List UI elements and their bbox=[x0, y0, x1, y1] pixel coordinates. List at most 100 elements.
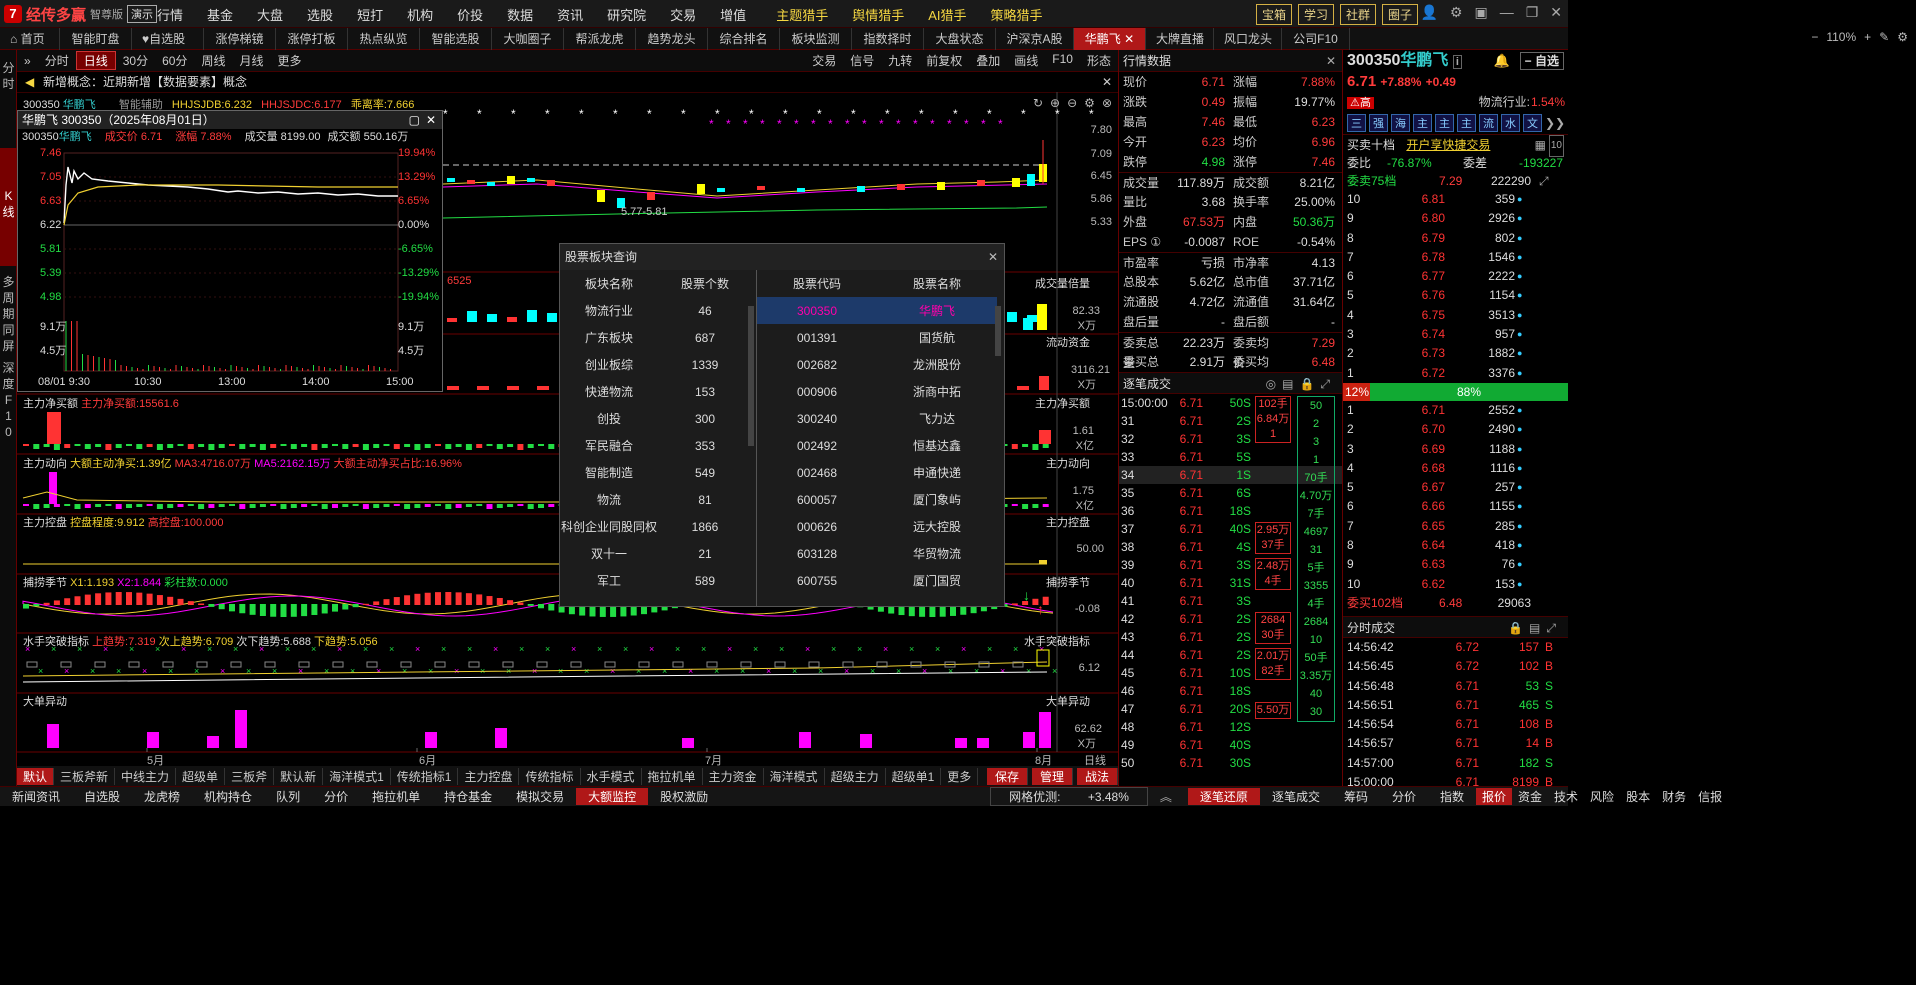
restore-icon[interactable]: ❐ bbox=[1526, 4, 1539, 21]
status-tab[interactable]: 自选股 bbox=[72, 788, 132, 805]
rail-char[interactable]: K bbox=[0, 148, 17, 204]
ticks-controls[interactable]: ◎▤🔒⤢ bbox=[1266, 373, 1336, 395]
stock-row[interactable]: 002682 龙洲股份 bbox=[757, 351, 997, 378]
menu-item[interactable]: 增值 bbox=[708, 5, 758, 24]
community-button[interactable]: 社群 bbox=[1339, 4, 1376, 25]
menu-hunter[interactable]: 策略猎手 bbox=[979, 5, 1055, 24]
tab-item[interactable]: 沪深京A股 bbox=[996, 28, 1074, 50]
tab-item[interactable]: 风口龙头 bbox=[1214, 28, 1282, 50]
rail-char[interactable]: 同 bbox=[0, 322, 17, 338]
close-icon[interactable]: ⊗ bbox=[1102, 96, 1112, 110]
period-intraday[interactable]: 分时 bbox=[38, 52, 76, 69]
zoom-out-icon[interactable]: − bbox=[1811, 30, 1818, 44]
info-icon[interactable]: i bbox=[1452, 55, 1462, 69]
template-tab[interactable]: 主力控盘 bbox=[458, 767, 520, 785]
quick-trade-link[interactable]: 开户享快捷交易 bbox=[1406, 138, 1490, 152]
zoom-in-icon[interactable]: + bbox=[1864, 30, 1871, 44]
tab-item[interactable]: 涨停梯镜 bbox=[204, 28, 276, 50]
feature-icon[interactable]: 强 bbox=[1369, 114, 1388, 132]
status-right-tab[interactable]: 指数 bbox=[1428, 788, 1476, 805]
template-action-button[interactable]: 战法 bbox=[1076, 767, 1118, 785]
col-stock-name[interactable]: 股票名称 bbox=[877, 270, 997, 297]
close-icon[interactable]: ✕ bbox=[426, 111, 436, 129]
template-tab[interactable]: 拖拉机单 bbox=[642, 767, 703, 785]
skin-icon[interactable]: ▣ bbox=[1474, 4, 1487, 21]
sells-level-row[interactable]: 7 6.78 1546 ● bbox=[1343, 248, 1568, 267]
sells-level-row[interactable]: 4 6.75 3513 ● bbox=[1343, 306, 1568, 325]
refresh-icon[interactable]: ↻ bbox=[1033, 96, 1043, 110]
template-tab[interactable]: 默认新 bbox=[274, 767, 324, 785]
rail-char[interactable]: 多 bbox=[0, 274, 17, 290]
tab-item[interactable]: 指数择时 bbox=[852, 28, 924, 50]
template-tab[interactable]: 三板斧 bbox=[225, 767, 275, 785]
buys-level-row[interactable]: 7 6.65 285 ● bbox=[1343, 517, 1568, 536]
sells-level-row[interactable]: 3 6.74 957 ● bbox=[1343, 325, 1568, 344]
close-icon[interactable]: ✕ bbox=[988, 244, 998, 270]
status-far-tab[interactable]: 信报 bbox=[1692, 788, 1728, 805]
menu-item[interactable]: 机构 bbox=[395, 5, 445, 24]
more-icon[interactable]: ❯❯ bbox=[1545, 116, 1565, 130]
close-icon[interactable]: ✕ bbox=[1550, 4, 1562, 21]
menu-hunter[interactable]: AI猎手 bbox=[916, 5, 978, 24]
close-notice-icon[interactable]: ✕ bbox=[1102, 72, 1112, 92]
status-tab[interactable]: 大额监控 bbox=[576, 788, 649, 805]
period-daily[interactable]: 日线 bbox=[75, 51, 116, 70]
sector-row[interactable]: 广东板块 687 bbox=[560, 324, 752, 351]
stock-row[interactable]: 603128 华贸物流 bbox=[757, 540, 997, 567]
ts-controls[interactable]: 🔒▤⤢ bbox=[1508, 617, 1562, 639]
template-tab[interactable]: 默认 bbox=[17, 767, 55, 785]
sector-row[interactable]: 军工 589 bbox=[560, 567, 752, 594]
rail-char[interactable]: 1 bbox=[0, 408, 17, 424]
intraday-popup[interactable]: 华鹏飞 300350（2025年08月01日） ▢ ✕ 300350华鹏飞 成交… bbox=[17, 110, 443, 392]
expand-up-icon[interactable]: ︽ bbox=[1148, 788, 1184, 805]
tab-item[interactable]: 智能选股 bbox=[420, 28, 492, 50]
buys-level-row[interactable]: 1 6.71 2552 ● bbox=[1343, 401, 1568, 420]
menu-item[interactable]: 研究院 bbox=[595, 5, 658, 24]
stock-scrollbar[interactable] bbox=[995, 306, 1001, 356]
tab-item[interactable]: 综合排名 bbox=[708, 28, 780, 50]
status-tab[interactable]: 股权激励 bbox=[648, 788, 720, 805]
status-tab[interactable]: 队列 bbox=[264, 788, 312, 805]
template-tab[interactable]: 更多 bbox=[941, 767, 979, 785]
sector-row[interactable]: 物流 81 bbox=[560, 486, 752, 513]
learn-button[interactable]: 学习 bbox=[1297, 4, 1334, 25]
feature-icon[interactable]: 海 bbox=[1391, 114, 1410, 132]
status-tab[interactable]: 拖拉机单 bbox=[360, 788, 432, 805]
tab-watchlist[interactable]: ♥自选股 bbox=[132, 28, 204, 50]
tool-signal[interactable]: 信号 bbox=[843, 52, 881, 69]
industry-label[interactable]: 物流行业: bbox=[1479, 92, 1530, 112]
template-action-button[interactable]: 管理 bbox=[1031, 767, 1073, 785]
feature-icon[interactable]: 主 bbox=[1435, 114, 1454, 132]
status-far-tab[interactable]: 财务 bbox=[1656, 788, 1692, 805]
menu-hunter[interactable]: 主题猎手 bbox=[758, 5, 840, 24]
stock-row[interactable]: 600057 厦门象屿 bbox=[757, 486, 997, 513]
status-far-tab[interactable]: 股本 bbox=[1620, 788, 1656, 805]
feature-icon[interactable]: 主 bbox=[1457, 114, 1476, 132]
menu-hunter[interactable]: 舆情猎手 bbox=[840, 5, 916, 24]
status-far-tab[interactable]: 技术 bbox=[1548, 788, 1584, 805]
tool-adjust[interactable]: 前复权 bbox=[919, 52, 969, 69]
close-tab-icon[interactable]: ✕ bbox=[1124, 32, 1134, 46]
sector-row[interactable]: 快递物流 153 bbox=[560, 378, 752, 405]
status-tab[interactable]: 新闻资讯 bbox=[0, 788, 72, 805]
rail-char[interactable]: 0 bbox=[0, 424, 17, 440]
sells-level-row[interactable]: 10 6.81 359 ● bbox=[1343, 190, 1568, 209]
add-watch-button[interactable]: − 自选 bbox=[1519, 52, 1564, 70]
status-far-tab[interactable]: 资金 bbox=[1512, 788, 1548, 805]
tab-item[interactable]: 帮派龙虎 bbox=[564, 28, 636, 50]
col-sector-name[interactable]: 板块名称 bbox=[560, 270, 658, 297]
stock-row[interactable]: 000626 远大控股 bbox=[757, 513, 997, 540]
stock-row[interactable]: 300350 华鹏飞 bbox=[757, 297, 997, 324]
period-weekly[interactable]: 周线 bbox=[194, 52, 232, 69]
ticks-list[interactable]: 15:00:00 6.71 50 S 31 6.71 2 S 32 6.71 3 S 33 6.71 5 S 3… bbox=[1119, 394, 1342, 772]
sector-row[interactable]: 智能制造 549 bbox=[560, 459, 752, 486]
status-tab[interactable]: 机构持仓 bbox=[192, 788, 264, 805]
status-tab[interactable]: 持仓基金 bbox=[432, 788, 504, 805]
ts-list[interactable]: 14:56:42 6.72 157 B 14:56:45 6.72 102 B 14:56:48… bbox=[1343, 638, 1568, 792]
tool-draw[interactable]: 画线 bbox=[1007, 52, 1045, 69]
sells-level-row[interactable]: 6 6.77 2222 ● bbox=[1343, 267, 1568, 286]
tool-overlay[interactable]: 叠加 bbox=[969, 52, 1007, 69]
stock-row[interactable]: 600755 厦门国贸 bbox=[757, 567, 997, 594]
buys-level-row[interactable]: 6 6.66 1155 ● bbox=[1343, 497, 1568, 516]
template-tab[interactable]: 超级单 bbox=[176, 767, 226, 785]
